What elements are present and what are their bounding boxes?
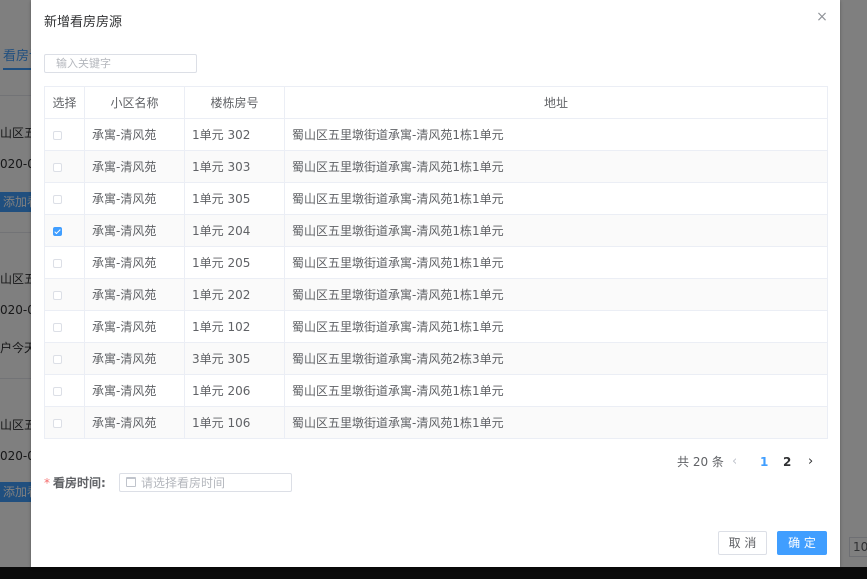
- room-cell: 1单元 206: [184, 374, 285, 407]
- room-cell: 1单元 204: [184, 214, 285, 247]
- address-cell: 蜀山区五里墩街道承寓-清风苑1栋1单元: [284, 182, 828, 215]
- table-row[interactable]: 承寓-清风苑 1单元 206 蜀山区五里墩街道承寓-清风苑1栋1单元: [44, 374, 828, 407]
- community-cell: 承寓-清风苑: [84, 118, 185, 151]
- room-cell: 1单元 302: [184, 118, 285, 151]
- address-cell: 蜀山区五里墩街道承寓-清风苑1栋1单元: [284, 150, 828, 183]
- row-checkbox[interactable]: [53, 226, 62, 236]
- row-select-cell: [44, 214, 85, 247]
- address-cell: 蜀山区五里墩街道承寓-清风苑1栋1单元: [284, 374, 828, 407]
- community-cell: 承寓-清风苑: [84, 182, 185, 215]
- row-select-cell: [44, 310, 85, 343]
- column-header-community[interactable]: 小区名称: [84, 86, 185, 119]
- row-checkbox[interactable]: [53, 194, 62, 204]
- viewing-time-placeholder: 请选择看房时间: [141, 476, 226, 490]
- table-row[interactable]: 承寓-清风苑 1单元 305 蜀山区五里墩街道承寓-清风苑1栋1单元: [44, 182, 828, 215]
- address-cell: 蜀山区五里墩街道承寓-清风苑1栋1单元: [284, 278, 828, 311]
- community-cell: 承寓-清风苑: [84, 246, 185, 279]
- room-cell: 1单元 205: [184, 246, 285, 279]
- row-select-cell: [44, 182, 85, 215]
- room-cell: 1单元 102: [184, 310, 285, 343]
- community-cell: 承寓-清风苑: [84, 374, 185, 407]
- pagination-page-2[interactable]: 2: [783, 453, 791, 471]
- row-checkbox[interactable]: [53, 354, 62, 364]
- room-cell: 1单元 202: [184, 278, 285, 311]
- pagination-next-icon[interactable]: ›: [808, 453, 813, 471]
- address-cell: 蜀山区五里墩街道承寓-清风苑2栋3单元: [284, 342, 828, 375]
- close-icon[interactable]: ×: [814, 9, 830, 25]
- calendar-icon: [126, 477, 136, 487]
- row-checkbox[interactable]: [53, 130, 62, 140]
- address-cell: 蜀山区五里墩街道承寓-清风苑1栋1单元: [284, 406, 828, 439]
- keyword-search-input[interactable]: [44, 54, 197, 73]
- address-cell: 蜀山区五里墩街道承寓-清风苑1栋1单元: [284, 214, 828, 247]
- community-cell: 承寓-清风苑: [84, 310, 185, 343]
- address-cell: 蜀山区五里墩街道承寓-清风苑1栋1单元: [284, 118, 828, 151]
- table-header-row: 选择 小区名称 楼栋房号 地址: [44, 86, 828, 119]
- add-house-dialog: 新增看房房源 × 选择 小区名称 楼栋房号 地址 承寓-清风苑1单元 302蜀山…: [31, 0, 840, 567]
- column-header-address[interactable]: 地址: [284, 86, 828, 119]
- address-cell: 蜀山区五里墩街道承寓-清风苑1栋1单元: [284, 310, 828, 343]
- confirm-button[interactable]: 确 定: [777, 531, 827, 555]
- pagination-page-1[interactable]: 1: [760, 453, 768, 471]
- community-cell: 承寓-清风苑: [84, 278, 185, 311]
- row-checkbox[interactable]: [53, 258, 62, 268]
- viewing-time-label: * 看房时间:: [44, 474, 106, 491]
- row-checkbox[interactable]: [53, 322, 62, 332]
- required-mark: *: [44, 476, 50, 490]
- row-checkbox[interactable]: [53, 386, 62, 396]
- column-header-room[interactable]: 楼栋房号: [184, 86, 285, 119]
- cancel-button[interactable]: 取 消: [718, 531, 767, 555]
- row-checkbox[interactable]: [53, 290, 62, 300]
- table-row[interactable]: 承寓-清风苑 1单元 106 蜀山区五里墩街道承寓-清风苑1栋1单元: [44, 406, 828, 439]
- community-cell: 承寓-清风苑: [84, 214, 185, 247]
- row-select-cell: [44, 374, 85, 407]
- room-cell: 1单元 305: [184, 182, 285, 215]
- table-row[interactable]: 承寓-清风苑 1单元 303 蜀山区五里墩街道承寓-清风苑1栋1单元: [44, 150, 828, 183]
- column-header-select: 选择: [44, 86, 85, 119]
- table-row[interactable]: 承寓-清风苑 1单元 202 蜀山区五里墩街道承寓-清风苑1栋1单元: [44, 278, 828, 311]
- room-cell: 1单元 303: [184, 150, 285, 183]
- row-select-cell: [44, 406, 85, 439]
- bottom-bar: [0, 567, 867, 579]
- room-cell: 1单元 106: [184, 406, 285, 439]
- dialog-title: 新增看房房源: [44, 15, 123, 30]
- row-select-cell: [44, 150, 85, 183]
- house-table: 选择 小区名称 楼栋房号 地址 承寓-清风苑 1单元 302 蜀山区五里墩街道承寓-…: [44, 86, 828, 439]
- viewing-time-picker[interactable]: 请选择看房时间: [119, 473, 292, 492]
- table-row[interactable]: 承寓-清风苑 1单元 205 蜀山区五里墩街道承寓-清风苑1栋1单元: [44, 246, 828, 279]
- table-row[interactable]: 承寓-清风苑 1单元 102 蜀山区五里墩街道承寓-清风苑1栋1单元: [44, 310, 828, 343]
- community-cell: 承寓-清风苑: [84, 150, 185, 183]
- table-row[interactable]: 承寓-清风苑 1单元 204 蜀山区五里墩街道承寓-清风苑1栋1单元: [44, 214, 828, 247]
- row-select-cell: [44, 278, 85, 311]
- community-cell: 承寓-清风苑: [84, 406, 185, 439]
- pagination-total: 共 20 条: [677, 455, 724, 469]
- viewing-time-label-text: 看房时间:: [53, 476, 106, 490]
- table-row[interactable]: 承寓-清风苑 1单元 302 蜀山区五里墩街道承寓-清风苑1栋1单元: [44, 118, 828, 151]
- pagination-prev-icon[interactable]: ‹: [732, 453, 737, 471]
- row-select-cell: [44, 118, 85, 151]
- community-cell: 承寓-清风苑: [84, 342, 185, 375]
- room-cell: 3单元 305: [184, 342, 285, 375]
- row-checkbox[interactable]: [53, 418, 62, 428]
- address-cell: 蜀山区五里墩街道承寓-清风苑1栋1单元: [284, 246, 828, 279]
- table-row[interactable]: 承寓-清风苑 3单元 305 蜀山区五里墩街道承寓-清风苑2栋3单元: [44, 342, 828, 375]
- row-select-cell: [44, 246, 85, 279]
- row-checkbox[interactable]: [53, 162, 62, 172]
- row-select-cell: [44, 342, 85, 375]
